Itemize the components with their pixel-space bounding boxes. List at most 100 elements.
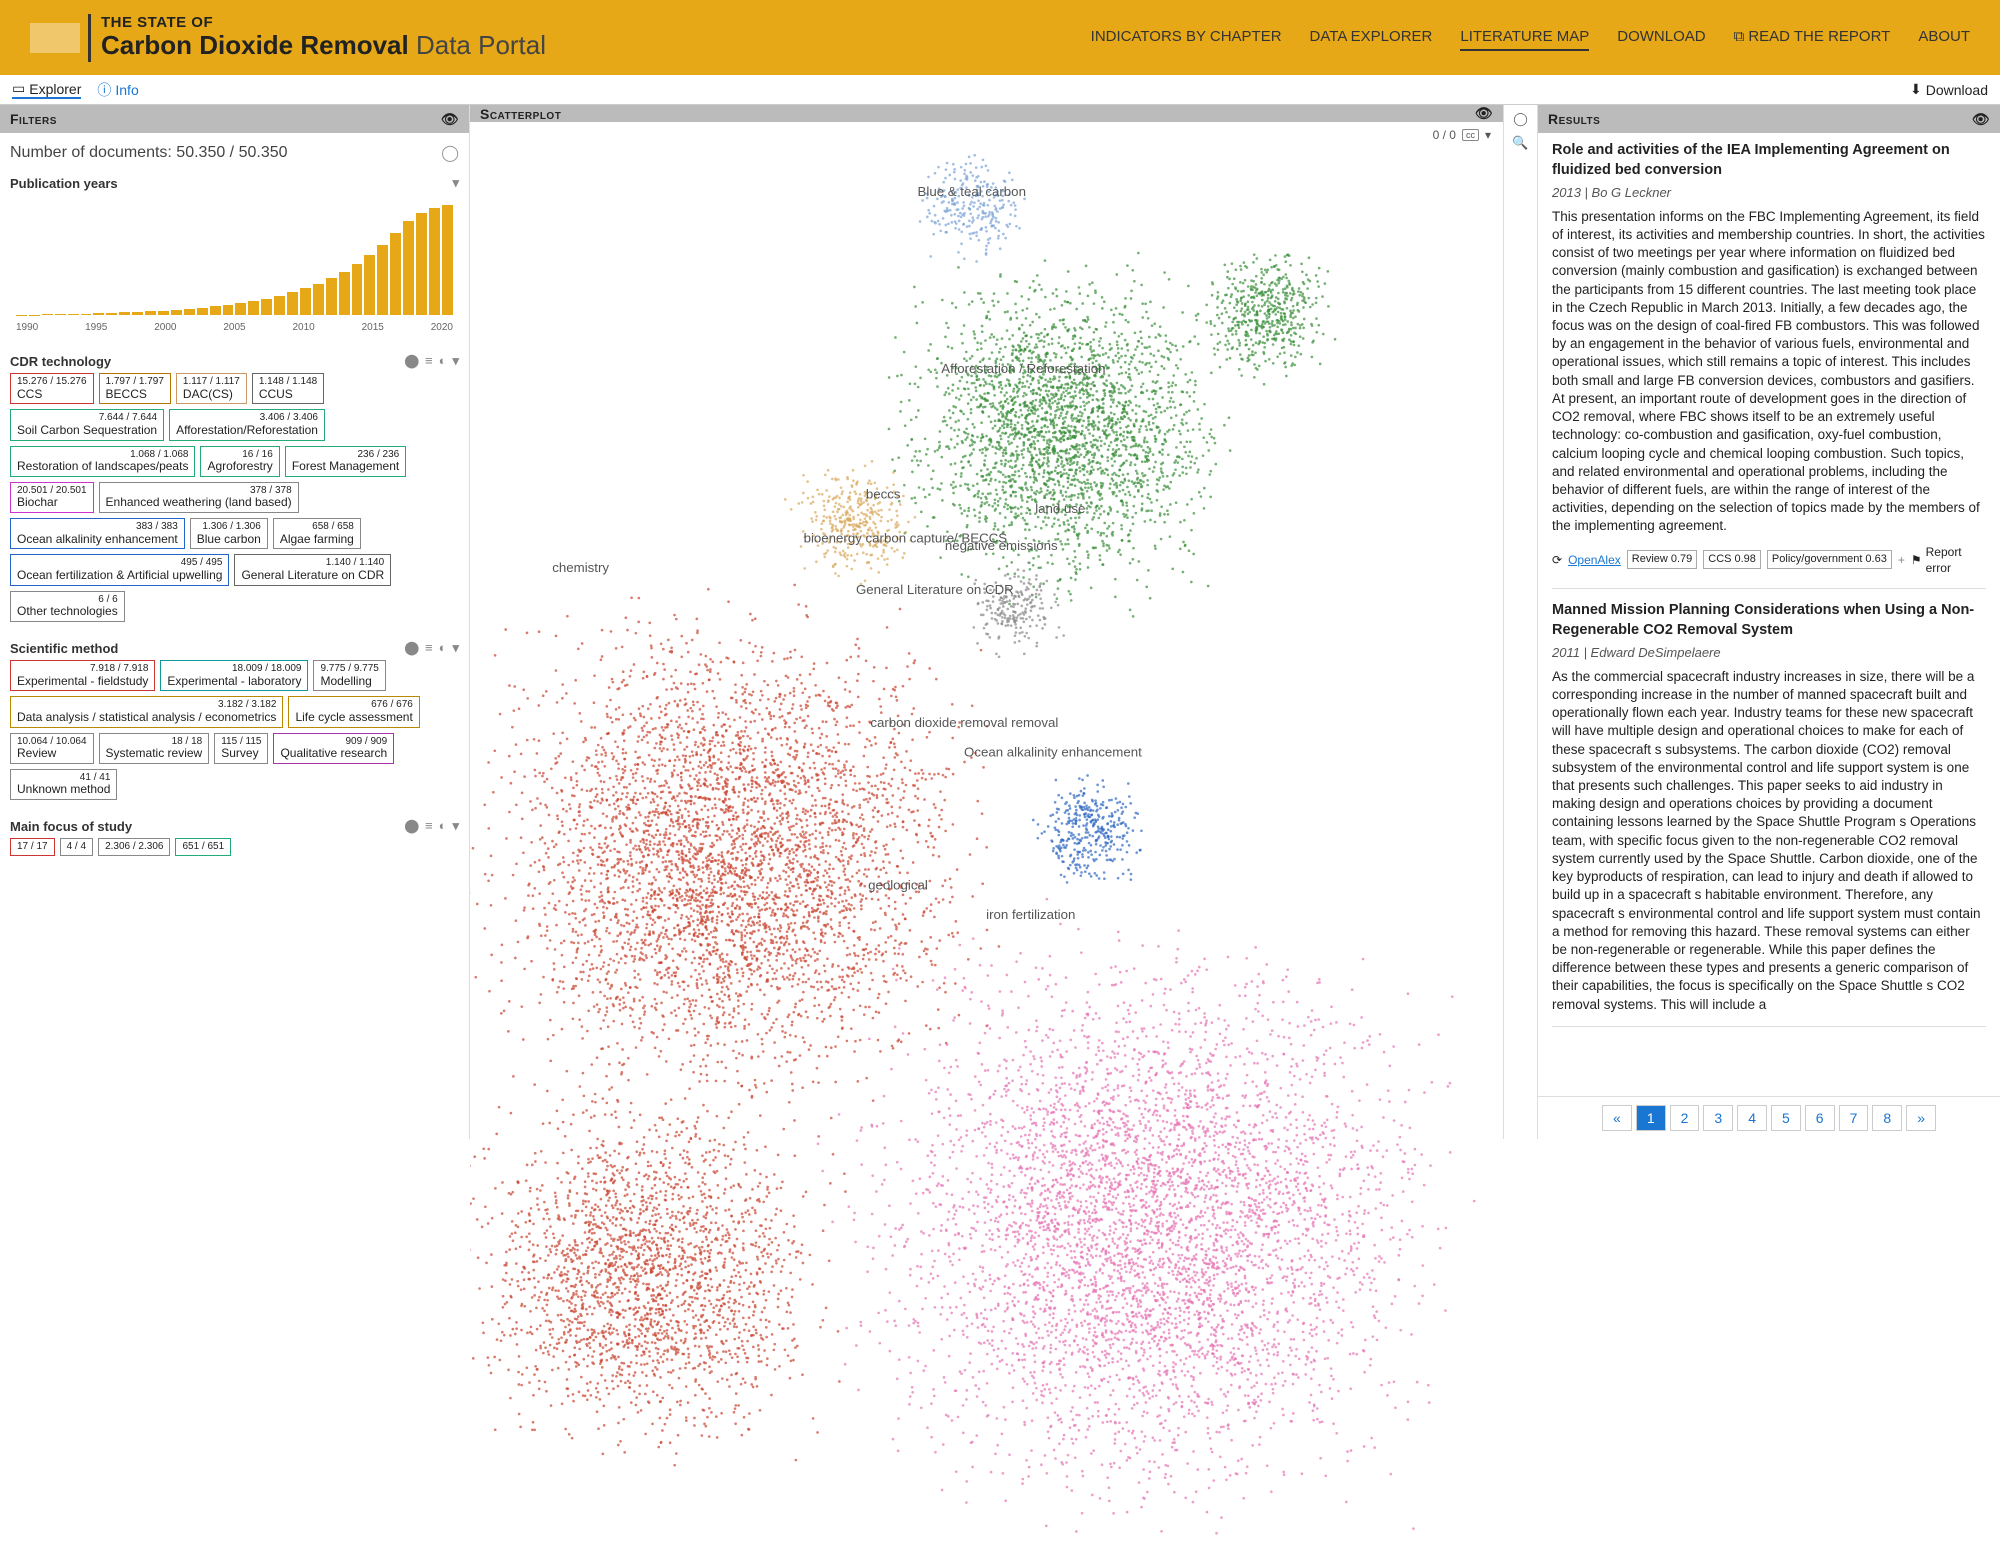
bar[interactable] [42,314,53,315]
openalex-link[interactable]: OpenAlex [1568,552,1621,568]
bar[interactable] [132,312,143,315]
bar[interactable] [390,233,401,316]
filter-tag[interactable]: 1.140 / 1.140General Literature on CDR [234,554,391,585]
filter-icon[interactable]: ▾ [452,175,459,191]
filter-icon[interactable]: ▾ [1485,128,1491,142]
eye-icon[interactable]: 👁 [1475,105,1493,122]
eye-icon[interactable]: 👁 [1972,111,1990,128]
bar[interactable] [261,299,272,315]
filter-tag[interactable]: 676 / 676Life cycle assessment [288,696,419,727]
filter-tag[interactable]: 18 / 18Systematic review [99,733,210,764]
nav-data-explorer[interactable]: DATA EXPLORER [1310,24,1433,51]
plus-icon[interactable]: + [1898,552,1905,568]
filter-tag[interactable]: 17 / 17 [10,838,55,856]
bar[interactable] [300,288,311,315]
result-title[interactable]: Role and activities of the IEA Implement… [1552,141,1986,180]
filter-tag[interactable]: 383 / 383Ocean alkalinity enhancement [10,518,185,549]
bar[interactable] [352,264,363,315]
nav-indicators-by-chapter[interactable]: INDICATORS BY CHAPTER [1091,24,1282,51]
bar[interactable] [93,313,104,315]
scatter-canvas[interactable]: 0 / 0 cc ▾ Blue & teal carbonAfforestati… [470,122,1503,1568]
bar[interactable] [377,245,388,315]
filter-tag[interactable]: 1.117 / 1.117DAC(CS) [176,373,247,404]
filter-tag[interactable]: 651 / 651 [175,838,231,856]
filter-tag[interactable]: 15.276 / 15.276CCS [10,373,94,404]
page-8[interactable]: 8 [1872,1105,1902,1131]
link-icon[interactable]: ⬤ [404,818,419,834]
download-page[interactable]: ⬇ Download [1910,81,1988,98]
palette-icon[interactable]: ◐ [439,818,447,834]
pubyear-chart[interactable]: 1990199520002005201020152020 [10,195,459,335]
page-5[interactable]: 5 [1771,1105,1801,1131]
bar[interactable] [119,312,130,315]
filter-icon[interactable]: ▾ [452,640,459,656]
filter-tag[interactable]: 10.064 / 10.064Review [10,733,94,764]
bar[interactable] [442,205,453,315]
bar[interactable] [416,213,427,315]
hash-icon[interactable]: ≡ [425,640,433,656]
filter-tag[interactable]: 6 / 6Other technologies [10,591,125,622]
filter-icon[interactable]: ▾ [452,818,459,834]
filter-tag[interactable]: 16 / 16Agroforestry [200,446,279,477]
result-title[interactable]: Manned Mission Planning Considerations w… [1552,601,1986,640]
bar[interactable] [274,296,285,315]
filter-tag[interactable]: 9.775 / 9.775Modelling [313,660,385,691]
page-1[interactable]: 1 [1636,1105,1666,1131]
filter-tag[interactable]: 1.306 / 1.306Blue carbon [190,518,268,549]
filter-tag[interactable]: 18.009 / 18.009Experimental - laboratory [160,660,308,691]
bar[interactable] [158,311,169,315]
filter-tag[interactable]: 1.148 / 1.148CCUS [252,373,324,404]
nav-about[interactable]: ABOUT [1918,24,1970,51]
bar[interactable] [287,292,298,315]
bar[interactable] [171,310,182,315]
hash-icon[interactable]: ≡ [425,353,433,369]
filter-tag[interactable]: 41 / 41Unknown method [10,769,117,800]
bar[interactable] [184,309,195,315]
bar[interactable] [339,272,350,315]
filter-tag[interactable]: 1.068 / 1.068Restoration of landscapes/p… [10,446,195,477]
filter-tag[interactable]: 2.306 / 2.306 [98,838,170,856]
palette-icon[interactable]: ◐ [439,640,447,656]
bar[interactable] [223,305,234,315]
zoom-icon[interactable]: 🔍 [1512,135,1528,151]
eye-icon[interactable]: 👁 [441,111,459,128]
filter-tag[interactable]: 115 / 115Survey [214,733,268,764]
nav-literature-map[interactable]: LITERATURE MAP [1460,24,1589,51]
tab-info[interactable]: ⓘ Info [97,80,138,100]
hash-icon[interactable]: ≡ [425,818,433,834]
bar[interactable] [429,208,440,315]
page-4[interactable]: 4 [1737,1105,1767,1131]
bar[interactable] [81,314,92,315]
bar[interactable] [55,314,66,315]
nav-download[interactable]: DOWNLOAD [1617,24,1705,51]
bar[interactable] [106,313,117,315]
refresh-icon[interactable]: ⟳ [1552,552,1562,568]
page-7[interactable]: 7 [1839,1105,1869,1131]
filter-tag[interactable]: 3.182 / 3.182Data analysis / statistical… [10,696,283,727]
bar[interactable] [145,311,156,315]
nav-read-the-report[interactable]: ⧉READ THE REPORT [1734,24,1891,51]
link-icon[interactable]: ⬤ [404,353,419,369]
filter-tag[interactable]: 378 / 378Enhanced weathering (land based… [99,482,299,513]
cc-icon[interactable]: cc [1462,129,1479,141]
toggle-icon[interactable]: ◯ [441,143,459,163]
page-2[interactable]: 2 [1670,1105,1700,1131]
bar[interactable] [313,284,324,315]
bar[interactable] [248,301,259,315]
filter-icon[interactable]: ▾ [452,353,459,369]
report-error[interactable]: ⚑Report error [1911,544,1986,576]
filter-tag[interactable]: 909 / 909Qualitative research [273,733,394,764]
bar[interactable] [403,221,414,315]
tab-explorer[interactable]: ▭ Explorer [12,80,81,99]
filter-tag[interactable]: 236 / 236Forest Management [285,446,406,477]
filter-tag[interactable]: 495 / 495Ocean fertilization & Artificia… [10,554,229,585]
filter-tag[interactable]: 20.501 / 20.501Biochar [10,482,94,513]
bar[interactable] [68,314,79,315]
bar[interactable] [364,255,375,315]
bar[interactable] [326,278,337,315]
bar[interactable] [197,308,208,315]
page-»[interactable]: » [1906,1105,1936,1131]
link-icon[interactable]: ⬤ [404,640,419,656]
filter-tag[interactable]: 1.797 / 1.797BECCS [99,373,171,404]
filter-tag[interactable]: 3.406 / 3.406Afforestation/Reforestation [169,409,325,440]
